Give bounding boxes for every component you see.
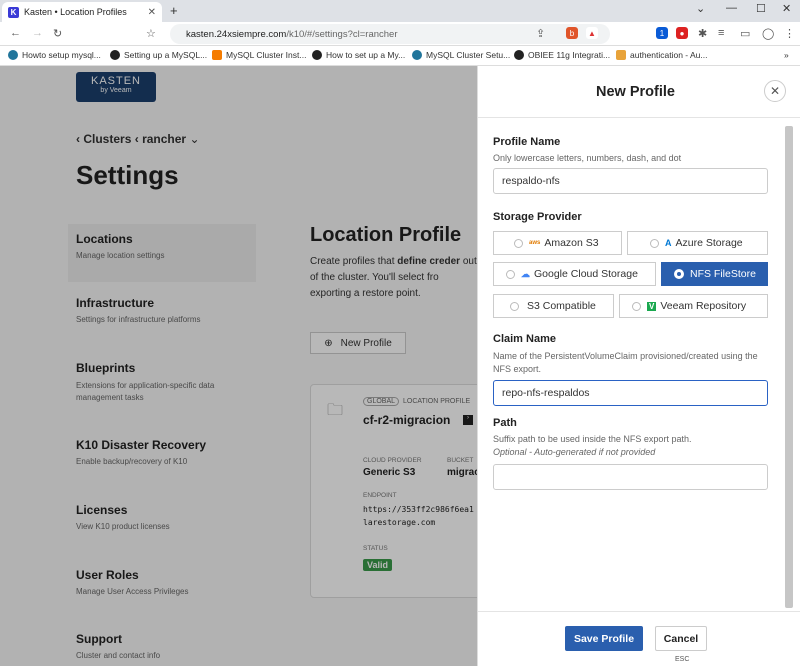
password-manager-icon[interactable]: 1 (656, 27, 668, 39)
esc-hint: ESC (675, 656, 690, 663)
minimize-icon[interactable]: — (726, 2, 737, 14)
profile-icon[interactable]: ◯ (762, 27, 774, 40)
bookmark-item[interactable]: Setting up a MySQL... (110, 50, 207, 60)
radio-icon (632, 301, 641, 311)
path-label: Path (493, 417, 517, 429)
provider-google-cloud-storage[interactable]: ☁ Google Cloud Storage (493, 262, 656, 286)
reading-list-icon[interactable]: ≡ (718, 27, 724, 39)
profile-name-input[interactable]: respaldo-nfs (493, 168, 768, 194)
profile-name-hint: Only lowercase letters, numbers, dash, a… (493, 153, 682, 163)
path-hint: Suffix path to be used inside the NFS ex… (493, 433, 763, 459)
path-optional-note: Optional - Auto-generated if not provide… (493, 447, 656, 457)
brave-shield-icon[interactable]: b (566, 27, 578, 39)
claim-name-label: Claim Name (493, 333, 556, 345)
tab-title: Kasten • Location Profiles (24, 7, 127, 17)
browser-tabstrip: K Kasten • Location Profiles ✕ + ⌄ — ☐ ✕ (0, 0, 800, 22)
storage-provider-label: Storage Provider (493, 211, 582, 223)
maximize-icon[interactable]: ☐ (756, 2, 766, 15)
provider-amazon-s3[interactable]: aws Amazon S3 (493, 231, 622, 255)
close-panel-button[interactable]: ✕ (764, 80, 786, 102)
aws-icon: aws (529, 240, 541, 246)
provider-nfs-filestore[interactable]: NFS FileStore (661, 262, 768, 286)
radio-icon (510, 301, 519, 311)
chevron-down-icon[interactable]: ⌄ (696, 2, 705, 15)
kasten-favicon-icon: K (8, 6, 19, 18)
panel-footer: Save Profile Cancel ESC (478, 611, 800, 666)
extensions-puzzle-icon[interactable]: ✱ (698, 27, 707, 40)
azure-icon: A (665, 238, 672, 248)
tab-close-icon[interactable]: ✕ (148, 7, 156, 18)
radio-icon (506, 269, 515, 279)
panel-header: New Profile ✕ (478, 66, 800, 118)
new-tab-icon[interactable]: + (170, 3, 178, 18)
radio-icon (650, 238, 659, 248)
url-host: kasten.24xsiempre.com (186, 28, 287, 40)
bookmark-item[interactable]: authentication - Au... (616, 50, 708, 60)
provider-veeam-repository[interactable]: V Veeam Repository (619, 294, 768, 318)
extension-red-icon[interactable]: ● (676, 27, 688, 39)
radio-icon (514, 238, 523, 248)
new-profile-panel: New Profile ✕ Profile Name Only lowercas… (477, 66, 800, 666)
bookmark-item[interactable]: MySQL Cluster Setu... (412, 50, 510, 60)
back-icon[interactable]: ← (10, 27, 21, 39)
share-icon[interactable]: ⇪ (536, 27, 545, 40)
menu-icon[interactable]: ⋮ (784, 27, 795, 40)
close-window-icon[interactable]: ✕ (782, 2, 791, 15)
forward-icon[interactable]: → (32, 27, 43, 39)
sidebar-icon[interactable]: ▭ (740, 27, 750, 40)
bookmark-item[interactable]: MySQL Cluster Inst... (212, 50, 306, 60)
reload-icon[interactable]: ↻ (53, 27, 62, 40)
provider-azure-storage[interactable]: A Azure Storage (627, 231, 768, 255)
address-bar-row: ← → ↻ ☆ kasten.24xsiempre.com/k10/#/sett… (0, 22, 800, 46)
veeam-icon: V (647, 301, 657, 311)
bookmark-star-icon[interactable]: ☆ (146, 27, 156, 40)
cancel-button[interactable]: Cancel (655, 626, 707, 651)
claim-name-input[interactable]: repo-nfs-respaldos (493, 380, 768, 406)
save-profile-button[interactable]: Save Profile (565, 626, 643, 651)
modal-backdrop[interactable] (0, 66, 477, 666)
bookmark-item[interactable]: OBIEE 11g Integrati... (514, 50, 610, 60)
bookmarks-overflow-icon[interactable]: » (784, 50, 789, 60)
bookmark-item[interactable]: Howto setup mysql... (8, 50, 101, 60)
provider-s3-compatible[interactable]: S3 Compatible (493, 294, 614, 318)
url-path: /k10/#/settings?cl=rancher (286, 28, 398, 40)
bookmarks-bar: Howto setup mysql... Setting up a MySQL.… (0, 46, 800, 66)
claim-name-hint: Name of the PersistentVolumeClaim provis… (493, 351, 758, 374)
bookmark-item[interactable]: How to set up a My... (312, 50, 405, 60)
close-icon: ✕ (769, 84, 781, 98)
panel-scrollbar[interactable] (785, 126, 793, 608)
panel-title: New Profile (596, 84, 675, 100)
radio-selected-icon (674, 269, 684, 279)
gcp-icon: ☁ (521, 268, 530, 279)
profile-name-label: Profile Name (493, 136, 561, 148)
brave-rewards-icon[interactable]: ▲ (586, 27, 598, 39)
browser-tab[interactable]: K Kasten • Location Profiles ✕ (2, 2, 162, 22)
path-input[interactable] (493, 464, 768, 490)
